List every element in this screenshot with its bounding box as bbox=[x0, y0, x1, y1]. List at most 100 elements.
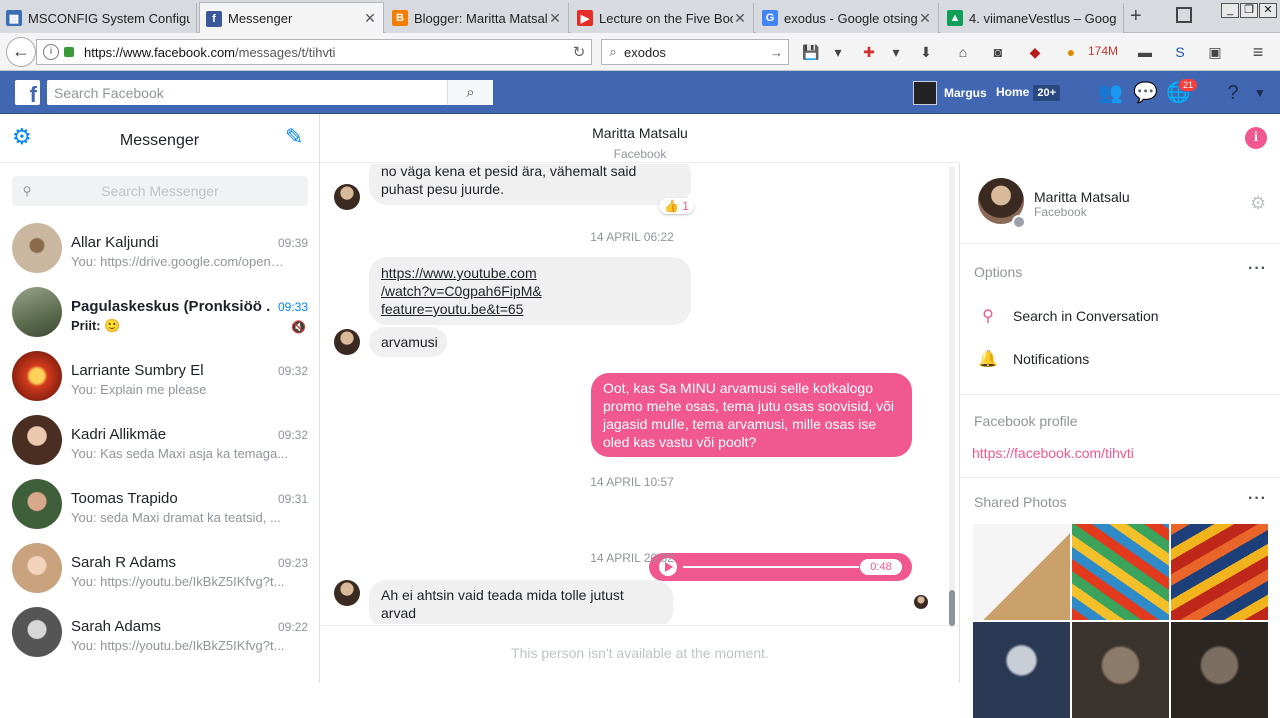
message-bubble-outgoing[interactable]: Oot, kas Sa MINU arvamusi selle kotkalog… bbox=[591, 373, 912, 457]
help-icon[interactable]: ? bbox=[1221, 82, 1245, 106]
notifications-option[interactable]: 🔔 Notifications bbox=[978, 349, 1089, 369]
audio-progress-track[interactable] bbox=[683, 566, 859, 568]
tab-title: MSCONFIG System Configu bbox=[28, 10, 190, 26]
memory-icon[interactable]: ● bbox=[1061, 42, 1081, 62]
reload-icon[interactable]: ↻ bbox=[567, 43, 591, 61]
link-line[interactable]: https://www.youtube.com bbox=[381, 265, 537, 281]
conversation-item[interactable]: Pagulaskeskus (Pronksiöö ... Priit: 🙂 09… bbox=[0, 280, 320, 344]
ublock-icon[interactable]: ◆ bbox=[1025, 42, 1045, 62]
search-icon[interactable]: ⌕ bbox=[447, 80, 493, 105]
browser-tab[interactable]: B Blogger: Maritta Matsalu ✕ bbox=[386, 3, 569, 33]
drive-icon: ▲ bbox=[947, 10, 963, 26]
scrollbar-thumb[interactable] bbox=[949, 590, 955, 626]
home-icon[interactable]: ⌂ bbox=[953, 42, 973, 62]
restore-window-button[interactable]: ❐ bbox=[1240, 3, 1258, 18]
profile-link[interactable]: Margus bbox=[913, 81, 987, 105]
details-contact-name[interactable]: Maritta Matsalu bbox=[1034, 189, 1130, 205]
info-icon[interactable]: i bbox=[43, 44, 59, 60]
address-bar[interactable]: i https://www.facebook.com/messages/t/ti… bbox=[36, 39, 592, 65]
avatar bbox=[12, 351, 62, 401]
reaction-badge[interactable]: 👍 1 bbox=[659, 198, 694, 214]
shared-photo[interactable] bbox=[1072, 622, 1169, 718]
download-icon[interactable]: ⬇ bbox=[916, 42, 936, 62]
menu-icon[interactable]: ≡ bbox=[1248, 42, 1268, 62]
message-bubble-incoming[interactable]: no väga kena et pesid ära, vähemalt said… bbox=[369, 164, 691, 205]
facebook-search-input[interactable] bbox=[47, 81, 447, 104]
url-text: https://www.facebook.com/messages/t/tihv… bbox=[84, 44, 336, 60]
compose-icon[interactable]: ✎ bbox=[285, 126, 309, 150]
conversation-item[interactable]: Sarah R Adams You: https://youtu.be/IkBk… bbox=[0, 536, 320, 600]
home-link[interactable]: Home 20+ bbox=[996, 85, 1061, 101]
close-tab-icon[interactable]: ✕ bbox=[733, 10, 747, 27]
conversation-list: Allar Kaljundi You: https://drive.google… bbox=[0, 216, 320, 664]
browser-search-box[interactable]: ⌕ exodos → bbox=[601, 39, 789, 65]
conversation-time: 09:32 bbox=[277, 428, 308, 442]
browser-tab[interactable]: ▲ 4. viimaneVestlus – Goog bbox=[941, 3, 1124, 33]
s-extension-icon[interactable]: S bbox=[1170, 42, 1190, 62]
friend-requests-icon[interactable]: 👥 bbox=[1098, 82, 1123, 106]
back-button[interactable]: ← bbox=[6, 37, 36, 67]
contact-profile: Maritta Matsalu Facebook ⚙ bbox=[960, 163, 1280, 244]
youtube-extension-icon[interactable]: ▣ bbox=[1205, 42, 1225, 62]
link-line[interactable]: feature=youtu.be&t=65 bbox=[381, 301, 523, 317]
dropdown-arrow-icon[interactable]: ▾ bbox=[828, 42, 848, 62]
close-window-button[interactable]: ✕ bbox=[1259, 3, 1277, 18]
shared-photo[interactable] bbox=[973, 524, 1070, 620]
conversation-item[interactable]: Sarah Adams You: https://youtu.be/IkBkZ5… bbox=[0, 600, 320, 664]
conversation-time: 09:23 bbox=[277, 556, 308, 570]
dropdown-arrow-icon[interactable]: ▾ bbox=[886, 42, 906, 62]
messenger-search-input[interactable] bbox=[42, 183, 308, 199]
conversation-list-panel: ⚙ Messenger ✎ ⚲ Allar Kaljundi You: http… bbox=[0, 114, 320, 683]
conversation-time: 09:32 bbox=[277, 364, 308, 378]
conversation-snippet: You: seda Maxi dramat ka teatsid, ... bbox=[71, 510, 281, 525]
thread-scrollbar[interactable] bbox=[947, 166, 957, 628]
close-tab-icon[interactable]: ✕ bbox=[363, 10, 377, 27]
search-in-conversation-option[interactable]: ⚲ Search in Conversation bbox=[978, 306, 1158, 326]
ms-icon: ▦ bbox=[6, 10, 22, 26]
browser-tab[interactable]: G exodus - Google otsing ✕ bbox=[756, 3, 939, 33]
user-name: Margus bbox=[944, 86, 987, 100]
message-bubble-link[interactable]: https://www.youtube.com /watch?v=C0gpah6… bbox=[369, 257, 691, 325]
tab-title: Messenger bbox=[228, 11, 293, 26]
avatar bbox=[12, 607, 62, 657]
shared-photo[interactable] bbox=[973, 622, 1070, 718]
facebook-logo-icon[interactable]: f bbox=[15, 80, 40, 105]
scrollbar-track[interactable] bbox=[949, 166, 955, 628]
first-aid-icon[interactable]: ✚ bbox=[859, 42, 879, 62]
close-tab-icon[interactable]: ✕ bbox=[548, 10, 562, 27]
conversation-item[interactable]: Toomas Trapido You: seda Maxi dramat ka … bbox=[0, 472, 320, 536]
conversation-item[interactable]: Allar Kaljundi You: https://drive.google… bbox=[0, 216, 320, 280]
contact-name[interactable]: Maritta Matsalu bbox=[321, 125, 959, 141]
messenger-icon[interactable]: 💬 bbox=[1133, 82, 1158, 106]
shared-photo[interactable] bbox=[1171, 524, 1268, 620]
pocket-icon[interactable]: ◙ bbox=[988, 42, 1008, 62]
facebook-search[interactable]: ⌕ bbox=[47, 80, 493, 105]
shared-photo[interactable] bbox=[1072, 524, 1169, 620]
more-icon[interactable]: ··· bbox=[1248, 490, 1267, 508]
profile-link[interactable]: https://facebook.com/tihvti bbox=[972, 445, 1134, 461]
link-line[interactable]: /watch?v=C0gpah6FipM& bbox=[381, 283, 542, 299]
messenger-search[interactable]: ⚲ bbox=[12, 176, 308, 206]
thread-header: Maritta Matsalu Facebook bbox=[321, 114, 959, 163]
message-bubble-incoming[interactable]: Ah ei ahtsin vaid teada mida tolle jutus… bbox=[369, 580, 673, 624]
save-icon[interactable]: 💾 bbox=[801, 42, 821, 62]
tab-list-icon[interactable] bbox=[1176, 7, 1192, 23]
more-icon[interactable]: ··· bbox=[1248, 260, 1267, 278]
info-icon[interactable]: i bbox=[1245, 127, 1267, 149]
new-tab-button[interactable]: + bbox=[1130, 5, 1142, 28]
account-menu-icon[interactable]: ▼ bbox=[1248, 82, 1272, 106]
conversation-item[interactable]: Kadri Allikmäe You: Kas seda Maxi asja k… bbox=[0, 408, 320, 472]
close-tab-icon[interactable]: ✕ bbox=[918, 10, 932, 27]
gear-icon[interactable]: ⚙ bbox=[1250, 193, 1266, 214]
shared-photo[interactable] bbox=[1171, 622, 1268, 718]
browser-tab[interactable]: ▦ MSCONFIG System Configu bbox=[0, 3, 197, 33]
youtube-icon: ▶ bbox=[577, 10, 593, 26]
browser-tab-active[interactable]: f Messenger ✕ bbox=[199, 2, 384, 34]
conversation-item[interactable]: Larriante Sumbry El You: Explain me plea… bbox=[0, 344, 320, 408]
conversation-name: Sarah Adams bbox=[71, 618, 162, 635]
browser-tab[interactable]: ▶ Lecture on the Five Book ✕ bbox=[571, 3, 754, 33]
incognito-icon[interactable]: ▬ bbox=[1135, 42, 1155, 62]
search-go-icon[interactable]: → bbox=[770, 45, 788, 60]
minimize-window-button[interactable]: _ bbox=[1221, 3, 1239, 18]
message-bubble-incoming[interactable]: arvamusi bbox=[369, 327, 447, 357]
